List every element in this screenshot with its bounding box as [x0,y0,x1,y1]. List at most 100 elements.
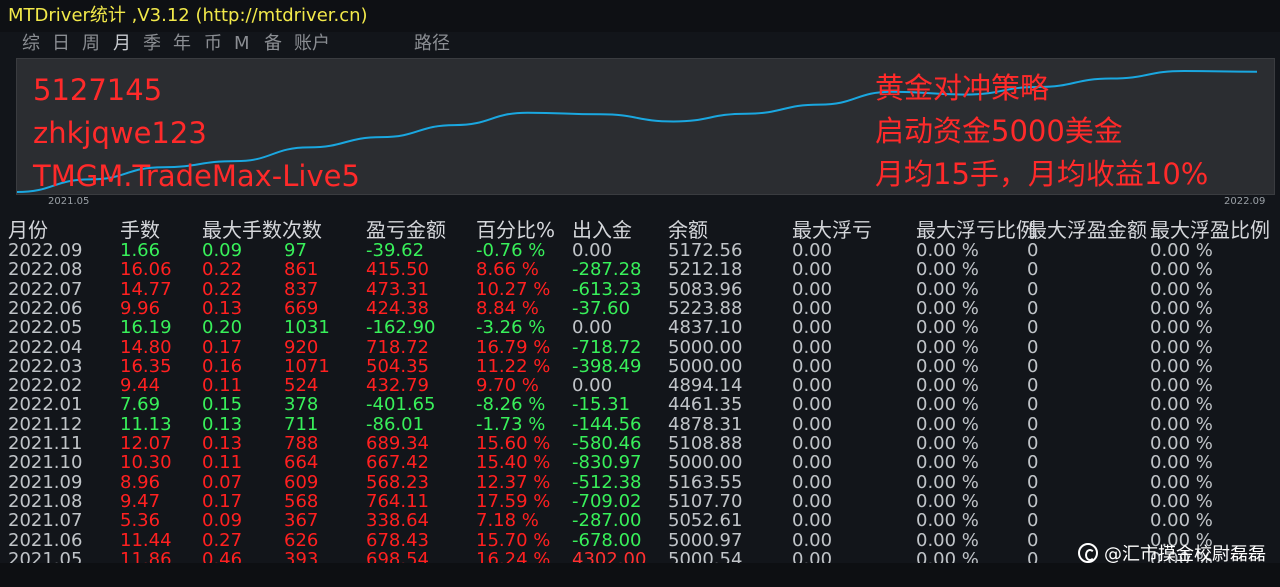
header-0: 月份 [8,218,48,242]
cell-fl: 0.00 [792,394,833,416]
cell-pl: 504.35 [366,355,429,377]
cell-pl: -401.65 [366,394,436,416]
cell-pl: 415.50 [366,259,429,281]
cell-pl: 764.11 [366,490,429,512]
header-9: 最大浮亏比例 [916,218,1036,242]
tab-8[interactable]: 备 [264,33,282,55]
cell-fl: 0.00 [792,317,833,339]
cell-month: 2022.03 [8,355,83,377]
cell-maxlots: 0.07 [202,471,243,493]
cell-maxlots: 0.11 [202,452,243,474]
cell-flp: 0.00 % [916,297,979,319]
tab-1[interactable]: 日 [52,33,70,55]
header-3: 次数 [282,218,322,242]
watermark: @汇市摸金校尉磊磊 [1078,543,1266,567]
cell-lots: 11.44 [120,529,172,551]
cell-flp: 0.00 % [916,394,979,416]
tab-6[interactable]: 币 [204,33,222,55]
cell-bal: 4878.31 [668,413,743,435]
cell-flp: 0.00 % [916,278,979,300]
cell-month: 2021.10 [8,452,83,474]
cell-fl: 0.00 [792,433,833,454]
cell-lots: 16.19 [120,317,172,339]
cell-fg: 0 [1027,375,1039,397]
tab-3[interactable]: 月 [113,33,131,55]
cell-month: 2022.06 [8,297,83,319]
cell-lots: 11.13 [120,413,172,435]
tab-4[interactable]: 季 [143,33,161,55]
cell-maxlots: 0.09 [202,510,243,532]
cell-io: -144.56 [572,413,642,435]
cell-io: -580.46 [572,433,642,454]
cell-pct: -8.26 % [476,394,546,416]
cell-fl: 0.00 [792,336,833,358]
cell-fgp: 0.00 % [1150,278,1213,300]
cell-month: 2022.02 [8,375,83,397]
cell-count: 1071 [284,355,330,377]
cell-count: 609 [284,471,319,493]
cell-pct: 7.18 % [476,510,539,532]
cell-fgp: 0.00 % [1150,394,1213,416]
cell-maxlots: 0.17 [202,490,243,512]
cell-flp: 0.00 % [916,452,979,474]
header-11: 最大浮盈比例 [1150,218,1270,242]
cell-io: -398.49 [572,355,642,377]
header-7: 余额 [668,218,708,242]
cell-bal: 5108.88 [668,433,743,454]
cell-fg: 0 [1027,413,1039,435]
weibo-icon [1078,543,1098,563]
cell-fg: 0 [1027,394,1039,416]
cell-bal: 5052.61 [668,510,743,532]
cell-pl: 473.31 [366,278,429,300]
cell-lots: 9.44 [120,375,161,397]
cell-count: 1031 [284,317,330,339]
cell-pl: 718.72 [366,336,429,358]
cell-bal: 5212.18 [668,259,743,281]
cell-count: 664 [284,452,319,474]
tab-0[interactable]: 综 [22,33,40,55]
cell-pl: 338.64 [366,510,429,532]
cell-fg: 0 [1027,355,1039,377]
tab-5[interactable]: 年 [173,33,191,55]
cell-lots: 12.07 [120,433,172,454]
cell-pl: 424.38 [366,297,429,319]
cell-fg: 0 [1027,490,1039,512]
cell-flp: 0.00 % [916,413,979,435]
cell-flp: 0.00 % [916,336,979,358]
cell-flp: 0.00 % [916,433,979,454]
cell-fg: 0 [1027,510,1039,532]
mtdriver-window: MTDriver统计 ,V3.12 (http://mtdriver.cn) 综… [0,0,1280,587]
cell-maxlots: 0.22 [202,259,243,281]
cell-count: 97 [284,240,307,261]
title-bar: MTDriver统计 ,V3.12 (http://mtdriver.cn) [0,0,1280,32]
cell-maxlots: 0.11 [202,375,243,397]
cell-flp: 0.00 % [916,529,979,551]
tab-10[interactable]: 路径 [414,33,450,55]
cell-pct: 12.37 % [476,471,551,493]
cell-fg: 0 [1027,336,1039,358]
cell-count: 861 [284,259,319,281]
cell-month: 2021.11 [8,433,83,454]
cell-pl: -162.90 [366,317,436,339]
cell-maxlots: 0.16 [202,355,243,377]
cell-fg: 0 [1027,433,1039,454]
tab-9[interactable]: 账户 [294,33,330,55]
cell-flp: 0.00 % [916,317,979,339]
cell-io: -287.28 [572,259,642,281]
cell-lots: 16.06 [120,259,172,281]
cell-fl: 0.00 [792,297,833,319]
chart-end-date: 2022.09 [1224,196,1266,207]
cell-flp: 0.00 % [916,259,979,281]
cell-maxlots: 0.20 [202,317,243,339]
annotation-account: 5127145 [33,73,163,107]
monthly-stats-table: 月份 手数 最大手数 次数 盈亏金额 百分比% 出入金 余额 最大浮亏 最大浮亏比例 最大浮盈金额最… [0,213,1280,587]
cell-fgp: 0.00 % [1150,259,1213,281]
cell-count: 837 [284,278,319,300]
header-6: 出入金 [572,218,632,242]
header-8: 最大浮亏 [792,218,872,242]
cell-count: 367 [284,510,319,532]
tab-2[interactable]: 周 [82,33,100,55]
tab-7[interactable]: M [234,33,250,55]
cell-maxlots: 0.27 [202,529,243,551]
cell-lots: 7.69 [120,394,161,416]
